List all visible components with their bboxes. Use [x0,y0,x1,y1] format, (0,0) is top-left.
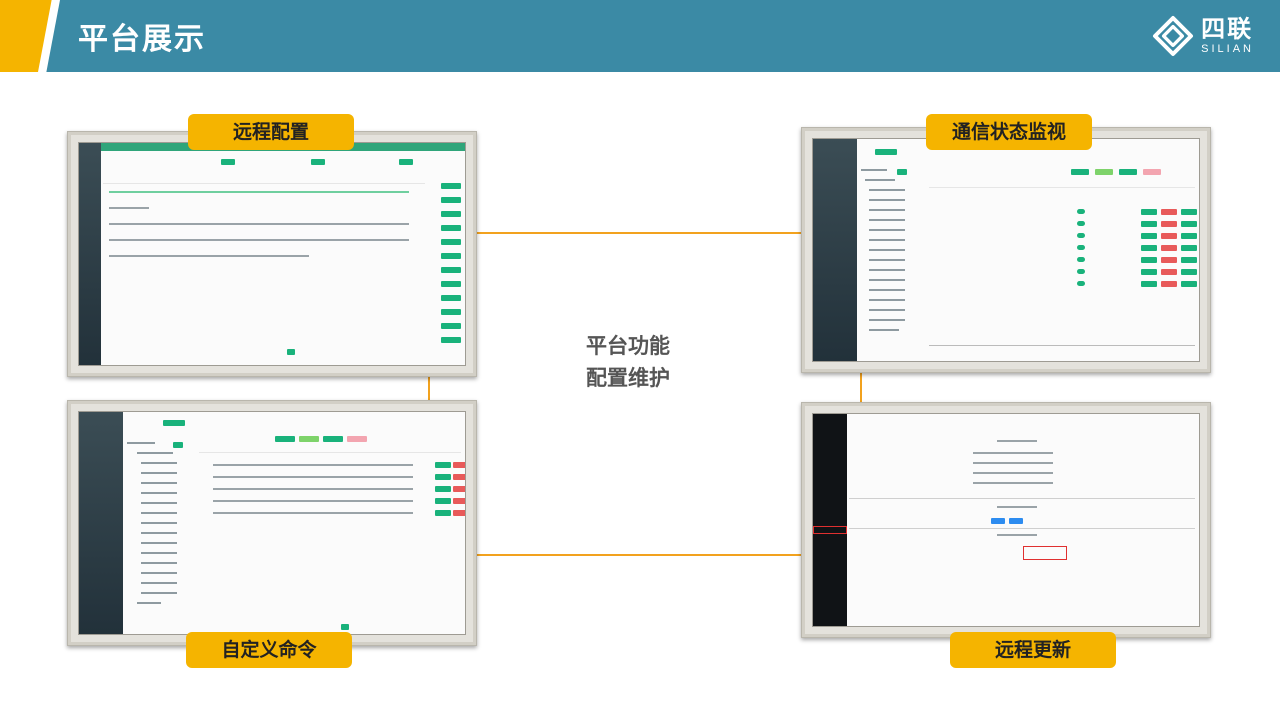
label-remote-config: 远程配置 [188,114,354,150]
action-column [439,163,465,345]
screen-custom-command [78,411,466,635]
sidebar [813,414,847,626]
logo-mark-icon [1153,16,1194,56]
sidebar [79,412,123,634]
connector-frame [428,232,862,556]
slide: 平台展示 四联 SILIAN 远程配置 通信状态监视 自定义命令 远程更新 平台… [0,0,1280,720]
sidebar [813,139,857,361]
header-bar: 平台展示 四联 SILIAN [0,0,1280,72]
label-comm-status: 通信状态监视 [926,114,1092,150]
screen-comm-status [812,138,1200,362]
screen-remote-update [812,413,1200,627]
screenshot-comm-status [801,127,1211,373]
sidebar [79,143,101,365]
screenshot-custom-command [67,400,477,646]
screen-remote-config [78,142,466,366]
label-custom-command: 自定义命令 [186,632,352,668]
screenshot-remote-update [801,402,1211,638]
center-caption-line1: 平台功能 [586,334,670,358]
page-title: 平台展示 [78,22,206,57]
brand-logo: 四联 SILIAN [1151,14,1254,58]
center-caption-line2: 配置维护 [586,366,670,390]
center-caption: 平台功能 配置维护 [586,330,670,394]
logo-text-en: SILIAN [1201,43,1254,55]
screenshot-remote-config [67,131,477,377]
label-remote-update: 远程更新 [950,632,1116,668]
logo-text-cn: 四联 [1201,15,1254,43]
